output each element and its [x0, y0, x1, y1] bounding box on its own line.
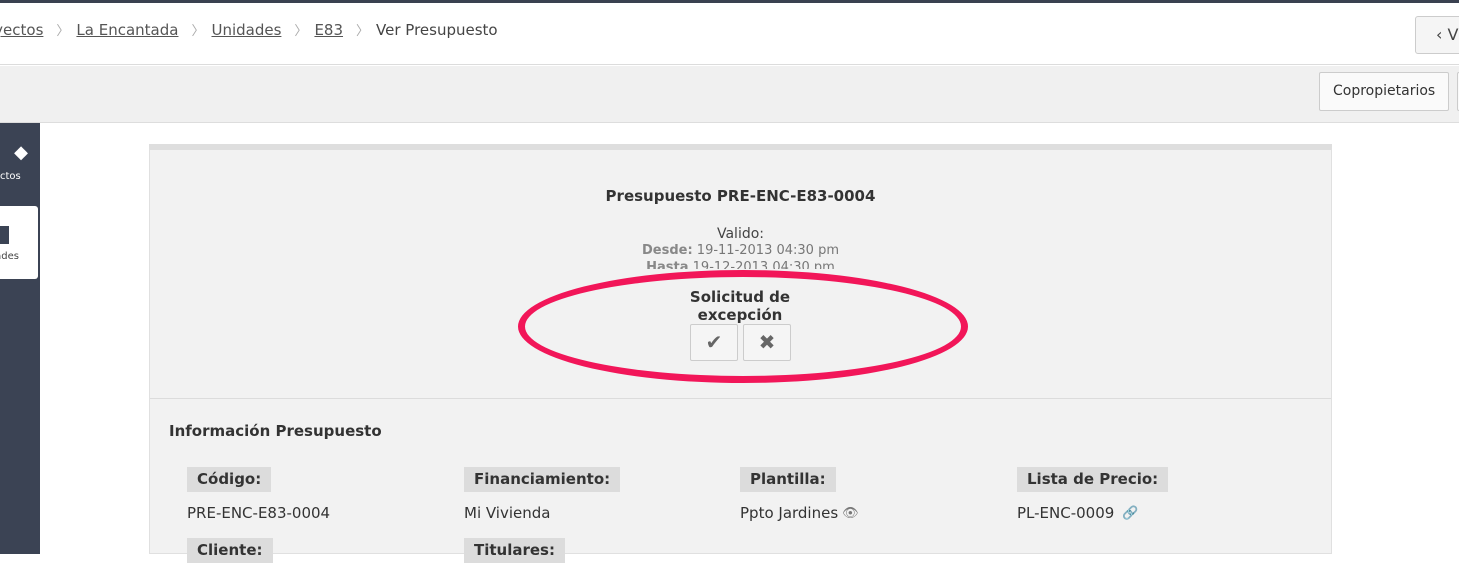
eye-icon[interactable]: 👁 [842, 506, 859, 521]
breadcrumb-link-proyectos[interactable]: oyectos [0, 21, 43, 39]
field-label-titulares: Titulares: [464, 538, 565, 563]
sidebar-item-label: ctos [0, 171, 21, 182]
field-value-plantilla: Ppto Jardines 👁 [740, 504, 859, 522]
close-icon: ✖ [758, 330, 776, 354]
back-button[interactable]: ‹ V [1415, 16, 1459, 54]
breadcrumb: oyectos 〉 La Encantada 〉 Unidades 〉 E83 … [0, 20, 498, 40]
plantilla-value: Ppto Jardines [740, 504, 839, 522]
field-value-lista-de-precio: PL-ENC-0009 🔗 [1017, 504, 1139, 522]
section-title: Información Presupuesto [169, 422, 382, 440]
breadcrumb-link-la-encantada[interactable]: La Encantada [76, 21, 178, 39]
page-title: Presupuesto PRE-ENC-E83-0004 [605, 187, 876, 205]
field-label-financiamiento: Financiamiento: [464, 467, 621, 492]
sidebar-item-unidades[interactable]: ades [0, 206, 38, 279]
breadcrumb-link-e83[interactable]: E83 [314, 21, 343, 39]
check-icon: ✔ [705, 330, 723, 354]
sidebar: ◆ ctos ades [0, 123, 40, 554]
breadcrumb-link-unidades[interactable]: Unidades [211, 21, 281, 39]
sidebar-item-proyectos[interactable]: ◆ ctos [0, 143, 40, 203]
field-label-cliente: Cliente: [187, 538, 273, 563]
cube-icon: ◆ [14, 142, 28, 163]
valid-until: Hasta 19-12-2013 04:30 pm [150, 260, 1331, 269]
exception-request-label: Solicitud de excepción [640, 288, 840, 324]
copropietarios-button[interactable]: Copropietarios [1319, 72, 1450, 111]
field-label-lista-de-precio: Lista de Precio: [1017, 467, 1169, 492]
financiamiento-value: Mi Vivienda [464, 504, 551, 522]
approve-button[interactable]: ✔ [690, 324, 738, 361]
valid-label: Valido: [716, 226, 765, 242]
valid-from: Desde: 19-11-2013 04:30 pm [150, 243, 1331, 258]
desde-value: 19-11-2013 04:30 pm [696, 243, 839, 258]
field-value-financiamiento: Mi Vivienda [464, 504, 550, 522]
chevron-right-icon: 〉 [191, 24, 205, 39]
lista-de-precio-value: PL-ENC-0009 [1017, 504, 1115, 522]
field-label-plantilla: Plantilla: [740, 467, 836, 492]
chevron-right-icon: 〉 [294, 24, 308, 39]
breadcrumb-current: Ver Presupuesto [376, 20, 498, 39]
exception-request-line2: excepción [697, 306, 783, 324]
hasta-value: 19-12-2013 04:30 pm [692, 260, 835, 269]
codigo-value: PRE-ENC-E83-0004 [187, 504, 331, 522]
hasta-label: Hasta [646, 260, 689, 269]
divider [150, 398, 1331, 399]
field-value-codigo: PRE-ENC-E83-0004 [187, 504, 330, 522]
budget-header: Presupuesto PRE-ENC-E83-0004 Valido: Des… [150, 150, 1331, 400]
chevron-right-icon: 〉 [356, 24, 370, 39]
chevron-right-icon: 〉 [56, 24, 70, 39]
building-icon [0, 226, 9, 244]
budget-card: Presupuesto PRE-ENC-E83-0004 Valido: Des… [149, 144, 1332, 563]
toolbar: Copropietarios [0, 66, 1459, 123]
field-label-codigo: Código: [187, 467, 272, 492]
link-icon[interactable]: 🔗 [1122, 506, 1138, 521]
reject-button[interactable]: ✖ [743, 324, 791, 361]
breadcrumb-bar: oyectos 〉 La Encantada 〉 Unidades 〉 E83 … [0, 3, 1459, 65]
sidebar-item-label: ades [0, 251, 19, 262]
desde-label: Desde: [641, 243, 693, 258]
exception-request-line1: Solicitud de [689, 288, 791, 306]
